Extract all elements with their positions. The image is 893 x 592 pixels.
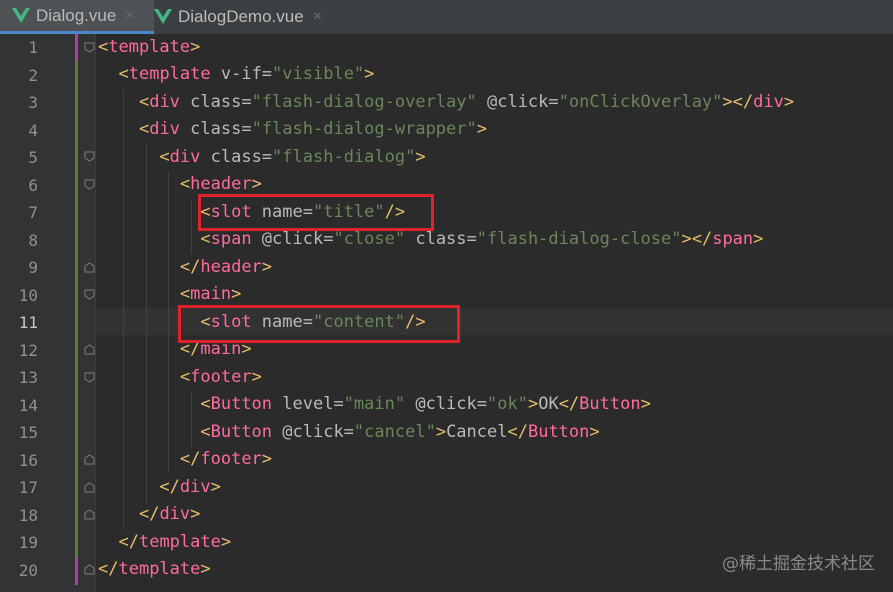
tab-dialogdemo-vue[interactable]: DialogDemo.vue × (154, 0, 334, 34)
code-line[interactable]: </header> (98, 254, 272, 281)
line-number: 9 (28, 258, 38, 277)
watermark: @稀土掘金技术社区 (722, 554, 875, 574)
line-number: 5 (28, 148, 38, 167)
line-number: 19 (18, 533, 38, 552)
code-line[interactable]: <div class="flash-dialog-overlay" @click… (98, 89, 794, 116)
code-line[interactable]: <footer> (98, 364, 262, 391)
code-line[interactable]: <template v-if="visible"> (98, 61, 374, 88)
code-line[interactable]: <div class="flash-dialog-wrapper"> (98, 116, 487, 143)
tab-label: Dialog.vue (36, 5, 117, 25)
vue-file-icon (12, 7, 30, 23)
code-editor[interactable]: 1 2 3 4 5 6 7 8 9 10 11 12 13 14 15 16 1… (0, 34, 893, 592)
vcs-change-stripe (75, 34, 78, 61)
line-number: 12 (18, 341, 38, 360)
code-line[interactable]: <template> (98, 34, 200, 61)
line-number-current: 11 (18, 313, 38, 332)
annotation-box-title-slot (198, 194, 434, 231)
code-line[interactable]: <Button level="main" @click="ok">OK</But… (98, 391, 650, 418)
line-number: 13 (18, 368, 38, 387)
line-number: 10 (18, 286, 38, 305)
code-line[interactable]: <Button @click="cancel">Cancel</Button> (98, 419, 599, 446)
fold-open-icon[interactable] (84, 289, 95, 300)
close-icon[interactable]: × (125, 7, 134, 25)
line-number: 15 (18, 423, 38, 442)
line-number: 3 (28, 93, 38, 112)
annotation-box-content-slot (178, 305, 460, 343)
close-icon[interactable]: × (313, 8, 322, 26)
line-number: 7 (28, 203, 38, 222)
vcs-change-stripe (75, 36, 78, 566)
line-number: 14 (18, 396, 38, 415)
fold-close-icon[interactable] (84, 564, 95, 575)
line-number: 8 (28, 231, 38, 250)
line-number: 20 (18, 561, 38, 580)
fold-open-icon[interactable] (84, 151, 95, 162)
gutter-divider (95, 34, 96, 592)
fold-close-icon[interactable] (84, 344, 95, 355)
tab-dialog-vue[interactable]: Dialog.vue × (0, 0, 154, 34)
fold-open-icon[interactable] (84, 372, 95, 383)
code-line[interactable]: <div class="flash-dialog"> (98, 144, 425, 171)
code-line[interactable]: <main> (98, 281, 241, 308)
vue-file-icon (154, 9, 172, 24)
fold-close-icon[interactable] (84, 454, 95, 465)
code-line[interactable]: </template> (98, 556, 211, 583)
fold-close-icon[interactable] (84, 262, 95, 273)
line-number: 18 (18, 506, 38, 525)
code-line[interactable]: </template> (98, 529, 231, 556)
code-line[interactable]: </footer> (98, 446, 272, 473)
fold-open-icon[interactable] (84, 179, 95, 190)
code-line[interactable]: </div> (98, 501, 200, 528)
line-number: 17 (18, 478, 38, 497)
fold-open-icon[interactable] (84, 42, 95, 53)
line-number: 16 (18, 451, 38, 470)
line-number: 6 (28, 176, 38, 195)
line-number: 1 (28, 38, 38, 57)
line-number: 4 (28, 121, 38, 140)
vcs-change-stripe (75, 558, 78, 585)
fold-close-icon[interactable] (84, 509, 95, 520)
fold-close-icon[interactable] (84, 482, 95, 493)
line-number: 2 (28, 66, 38, 85)
tab-label: DialogDemo.vue (178, 7, 304, 26)
editor-tab-bar: Dialog.vue × DialogDemo.vue × (0, 0, 893, 35)
code-line[interactable]: </div> (98, 474, 220, 501)
